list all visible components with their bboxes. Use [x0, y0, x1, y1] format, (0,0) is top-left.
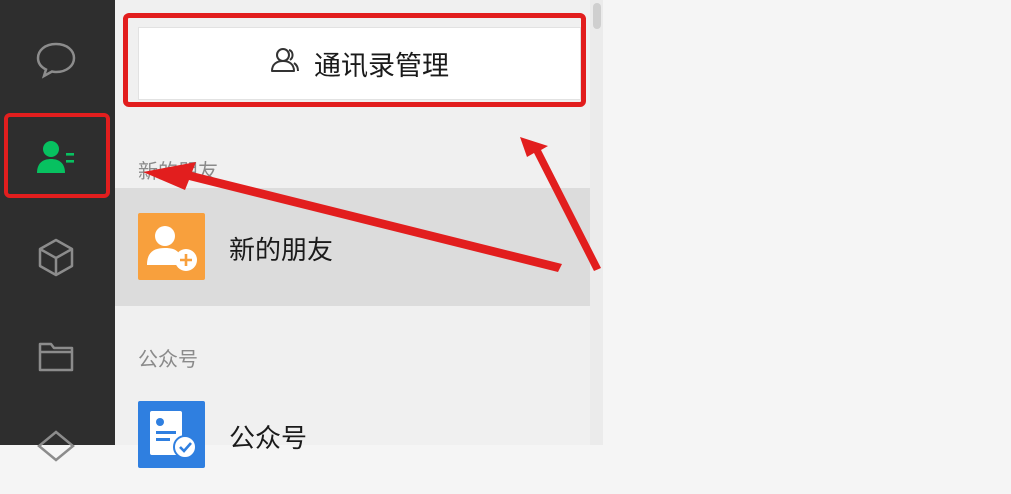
content-area [603, 0, 1011, 445]
official-account-icon [138, 401, 205, 468]
scrollbar-thumb[interactable] [593, 3, 601, 29]
list-item-official-accounts[interactable]: 公众号 [115, 376, 590, 494]
add-friend-icon [138, 213, 205, 280]
list-item-label: 新的朋友 [229, 236, 334, 266]
folder-icon[interactable] [35, 335, 77, 377]
scrollbar-track[interactable] [590, 0, 603, 445]
list-item-new-friends[interactable]: 新的朋友 [115, 188, 590, 306]
section-title-new-friends: 新的朋友 [138, 159, 218, 183]
highlight-box-manage-button [123, 13, 586, 107]
chat-bubble-icon[interactable] [35, 38, 77, 80]
navigation-rail [0, 0, 115, 462]
list-item-label: 公众号 [229, 424, 308, 454]
diamond-icon[interactable] [35, 428, 77, 470]
cube-icon[interactable] [35, 236, 77, 278]
highlight-box-contacts-tab [4, 113, 110, 198]
section-title-official-accounts: 公众号 [138, 347, 198, 371]
